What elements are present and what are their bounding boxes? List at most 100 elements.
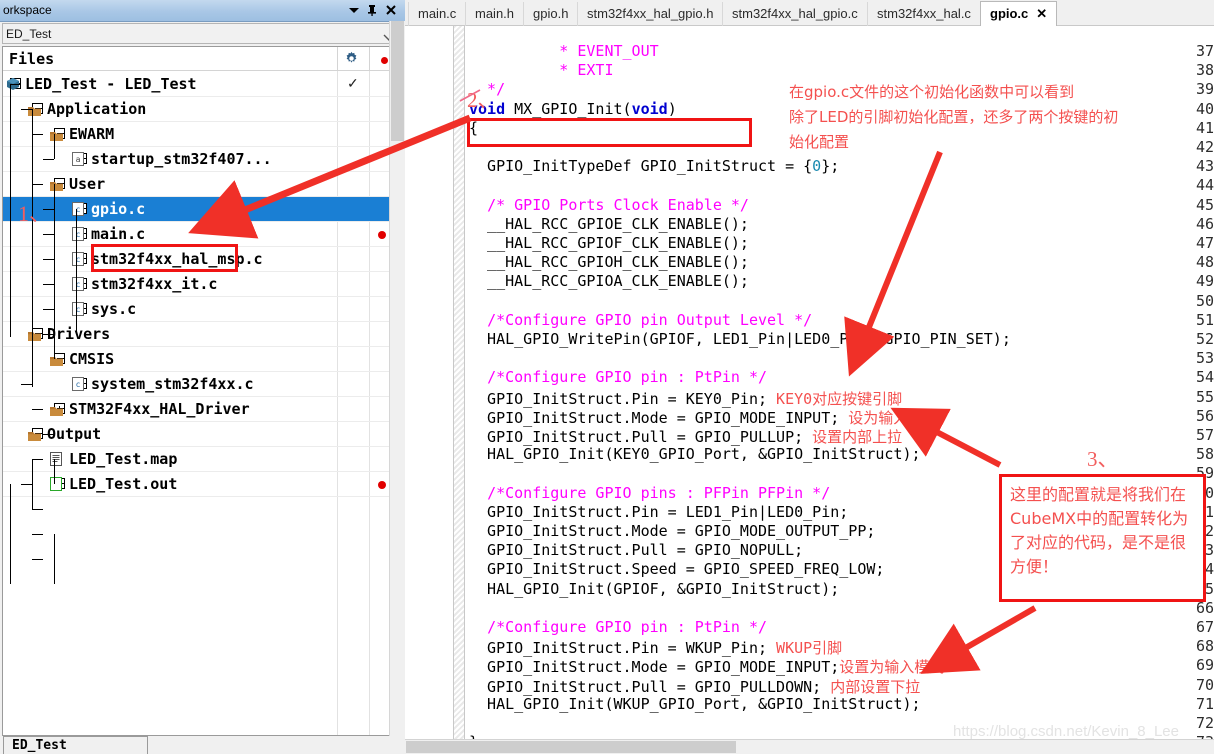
workspace-titlebar: orkspace [0, 0, 405, 22]
tree-row[interactable]: c gpio.c [3, 197, 401, 222]
tree-row[interactable]: c stm32f4xx_it.c [3, 272, 401, 297]
line-number: 42 [1195, 138, 1214, 156]
editor-tab-stm32f4xx_hal_gpio-c[interactable]: stm32f4xx_hal_gpio.c [722, 2, 867, 26]
tree-row[interactable]: CMSIS [3, 347, 401, 372]
function-signature-highlight-box [467, 118, 752, 147]
svg-text:a: a [76, 155, 81, 164]
code-line[interactable]: HAL_GPIO_Init(GPIOF, &GPIO_InitStruct); [469, 580, 839, 598]
pin-icon[interactable] [365, 3, 379, 17]
csrc-icon: c [72, 277, 84, 291]
editor-tab-main-c[interactable]: main.c [408, 2, 465, 26]
editor-tab-main-h[interactable]: main.h [465, 2, 523, 26]
code-line[interactable]: GPIO_InitTypeDef GPIO_InitStruct = {0}; [469, 157, 839, 175]
code-line[interactable]: { [469, 119, 478, 137]
code-line[interactable]: /*Configure GPIO pin : PtPin */ [469, 368, 767, 386]
editor-tab-label: gpio.c [990, 6, 1029, 21]
tree-row[interactable]: Drivers [3, 322, 401, 347]
editor-tab-gpio-h[interactable]: gpio.h [523, 2, 577, 26]
file-tree-container[interactable]: Files LED_Test - LED_Test ✓ Application EWA… [2, 46, 402, 736]
line-number: 70 [1195, 675, 1214, 694]
tree-line [32, 509, 43, 510]
code-line[interactable]: HAL_GPIO_WritePin(GPIOF, LED1_Pin|LED0_P… [469, 330, 1011, 348]
tree-line [43, 259, 54, 260]
tree-row-label: Application [47, 100, 147, 118]
tree-line [43, 284, 54, 285]
tree-row-label: STM32F4xx_HAL_Driver [69, 400, 250, 418]
code-line[interactable]: GPIO_InitStruct.Pull = GPIO_PULLDOWN; 内部… [469, 676, 920, 697]
close-icon[interactable] [384, 3, 398, 17]
line-number: 65 [1195, 579, 1214, 598]
line-number: 53 [1195, 349, 1214, 368]
editor-tab-stm32f4xx_hal-c[interactable]: stm32f4xx_hal.c [867, 2, 980, 26]
code-line[interactable]: __HAL_RCC_GPIOE_CLK_ENABLE(); [469, 215, 749, 233]
code-line[interactable]: GPIO_InitStruct.Mode = GPIO_MODE_INPUT;设… [469, 656, 944, 677]
code-line[interactable]: GPIO_InitStruct.Pin = WKUP_Pin; WKUP引脚 [469, 637, 842, 658]
tree-row[interactable]: a startup_stm32f407... [3, 147, 401, 172]
code-line[interactable]: GPIO_InitStruct.Pull = GPIO_NOPULL; [469, 541, 803, 559]
tree-row-label: gpio.c [91, 200, 146, 218]
code-line[interactable]: __HAL_RCC_GPIOH_CLK_ENABLE(); [469, 253, 749, 271]
tree-row[interactable]: c stm32f4xx_hal_msp.c [3, 247, 401, 272]
tree-row[interactable]: c main.c [3, 222, 401, 247]
code-line[interactable]: /* GPIO Ports Clock Enable */ [469, 196, 749, 214]
folder-icon [50, 404, 63, 416]
code-line[interactable]: HAL_GPIO_Init(WKUP_GPIO_Port, &GPIO_Init… [469, 695, 921, 713]
gear-icon[interactable] [344, 51, 359, 71]
code-line[interactable]: GPIO_InitStruct.Pin = KEY0_Pin; KEY0对应按键… [469, 388, 902, 409]
code-line[interactable]: GPIO_InitStruct.Mode = GPIO_MODE_OUTPUT_… [469, 522, 875, 540]
code-line[interactable]: GPIO_InitStruct.Speed = GPIO_SPEED_FREQ_… [469, 560, 884, 578]
code-line[interactable]: __HAL_RCC_GPIOA_CLK_ENABLE(); [469, 272, 749, 290]
tree-row[interactable]: LED_Test.map [3, 447, 401, 472]
tree-line [32, 459, 33, 509]
folder-icon [28, 329, 41, 341]
editor-tab-stm32f4xx_hal_gpio-h[interactable]: stm32f4xx_hal_gpio.h [577, 2, 722, 26]
fold-margin[interactable] [454, 26, 464, 739]
editor-panel: main.c main.h gpio.h stm32f4xx_hal_gpio.h st… [405, 0, 1214, 754]
line-number: 48 [1195, 253, 1214, 272]
tree-row-label: LED_Test.map [69, 450, 178, 468]
editor-tabstrip[interactable]: main.c main.h gpio.h stm32f4xx_hal_gpio.h st… [405, 0, 1214, 27]
code-line[interactable]: /*Configure GPIO pin : PtPin */ [469, 618, 767, 636]
code-line[interactable]: /*Configure GPIO pin Output Level */ [469, 311, 812, 329]
editor-tab-label: main.c [418, 6, 457, 21]
tree-row[interactable]: STM32F4xx_HAL_Driver [3, 397, 401, 422]
scrollbar-thumb[interactable] [406, 741, 736, 753]
tree-row[interactable]: LED_Test - LED_Test ✓ [3, 72, 401, 97]
chevron-down-icon[interactable] [347, 3, 361, 17]
modified-indicator [378, 481, 386, 489]
tree-row[interactable]: c sys.c [3, 297, 401, 322]
asm-icon: a [72, 152, 84, 166]
code-line[interactable]: GPIO_InitStruct.Pull = GPIO_PULLUP; 设置内部… [469, 426, 902, 447]
tree-row[interactable]: Output [3, 422, 401, 447]
code-line[interactable]: GPIO_InitStruct.Pin = LED1_Pin|LED0_Pin; [469, 503, 848, 521]
project-selector[interactable]: ED_Test [2, 23, 402, 44]
editor-tab-label: stm32f4xx_hal_gpio.h [587, 6, 714, 21]
folder-icon [28, 429, 41, 441]
editor-tab-gpio-c[interactable]: gpio.c ✕ [980, 1, 1058, 27]
code-line[interactable]: * EXTI [469, 61, 613, 79]
tree-row[interactable]: Application [3, 97, 401, 122]
tree-line [32, 534, 43, 535]
workspace-scrollbar[interactable] [389, 21, 405, 736]
code-line[interactable]: HAL_GPIO_Init(KEY0_GPIO_Port, &GPIO_Init… [469, 445, 921, 463]
workspace-bottom-tab[interactable]: ED_Test [3, 736, 148, 754]
csrc-icon: c [72, 252, 84, 266]
code-view[interactable]: 37 * EVENT_OUT 38 * EXTI 39 */40 void MX_GP… [405, 26, 1214, 739]
tree-row-label: sys.c [91, 300, 137, 318]
code-line[interactable]: * EVENT_OUT [469, 42, 658, 60]
scrollbar-thumb[interactable] [391, 21, 404, 141]
tree-row[interactable]: EWARM [3, 122, 401, 147]
code-line[interactable]: GPIO_InitStruct.Mode = GPIO_MODE_INPUT; … [469, 407, 938, 428]
tree-row[interactable]: LED_Test.out [3, 472, 401, 497]
code-line[interactable]: /*Configure GPIO pins : PFPin PFPin */ [469, 484, 830, 502]
editor-horizontal-scrollbar[interactable] [405, 739, 1214, 754]
tree-row[interactable]: User [3, 172, 401, 197]
line-number: 43 [1195, 157, 1214, 176]
tree-row[interactable]: c system_stm32f4xx.c [3, 372, 401, 397]
code-line[interactable]: void MX_GPIO_Init(void) [469, 100, 677, 118]
code-line[interactable]: __HAL_RCC_GPIOF_CLK_ENABLE(); [469, 234, 749, 252]
tree-line [54, 459, 55, 484]
close-icon[interactable]: ✕ [1036, 6, 1047, 21]
editor-tab-label: stm32f4xx_hal.c [877, 6, 971, 21]
tree-row-label: CMSIS [69, 350, 115, 368]
